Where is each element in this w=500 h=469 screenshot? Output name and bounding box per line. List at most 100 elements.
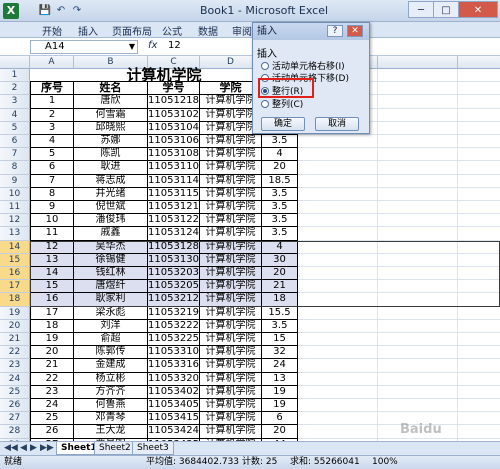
empty-cell[interactable] [458, 201, 500, 215]
table-cell[interactable]: 16 [30, 293, 74, 307]
table-cell[interactable]: 邓青琴 [74, 412, 148, 426]
table-cell[interactable]: 陈凯 [74, 148, 148, 162]
table-cell[interactable]: 32 [262, 346, 298, 360]
table-cell[interactable]: 倪世斌 [74, 201, 148, 215]
sheet-tab-sheet2[interactable]: Sheet2 [94, 442, 136, 455]
table-cell[interactable]: 17 [30, 306, 74, 320]
empty-cell[interactable] [298, 201, 378, 215]
row-header[interactable]: 15 [0, 253, 30, 267]
table-cell[interactable]: 24 [30, 399, 74, 413]
tab-page-layout[interactable]: 页面布局 [112, 23, 152, 38]
empty-cell[interactable] [298, 148, 378, 162]
table-cell[interactable]: 11053106 [148, 135, 200, 149]
empty-cell[interactable] [378, 306, 458, 320]
table-cell[interactable]: 戚鑫 [74, 227, 148, 241]
table-cell[interactable]: 计算机学院 [200, 293, 262, 307]
empty-cell[interactable] [378, 201, 458, 215]
empty-cell[interactable] [298, 319, 378, 333]
empty-cell[interactable] [378, 187, 458, 201]
table-cell[interactable]: 计算机学院 [200, 214, 262, 228]
empty-cell[interactable] [458, 241, 500, 254]
table-cell[interactable]: 13 [30, 253, 74, 267]
first-sheet-icon[interactable]: ◀◀ [4, 443, 18, 453]
column-header-a[interactable]: A [30, 56, 74, 69]
empty-cell[interactable] [458, 373, 500, 386]
empty-cell[interactable] [458, 227, 500, 241]
table-cell[interactable]: 5 [30, 148, 74, 162]
empty-cell[interactable] [458, 399, 500, 413]
table-cell[interactable]: 计算机学院 [200, 135, 262, 149]
empty-cell[interactable] [458, 412, 500, 426]
table-cell[interactable]: 耿家利 [74, 293, 148, 307]
empty-cell[interactable] [458, 267, 500, 281]
row-header[interactable]: 28 [0, 425, 30, 439]
table-cell[interactable]: 11053219 [148, 306, 200, 320]
table-cell[interactable]: 11053114 [148, 174, 200, 188]
table-cell[interactable]: 计算机学院 [200, 306, 262, 320]
formula-input[interactable]: 12 [168, 40, 181, 51]
table-cell[interactable]: 13 [262, 372, 298, 386]
empty-cell[interactable] [378, 108, 458, 122]
table-cell[interactable]: 1 [30, 95, 74, 109]
table-cell[interactable]: 3 [30, 121, 74, 135]
sheet-tab-sheet3[interactable]: Sheet3 [132, 442, 174, 455]
row-header[interactable]: 14 [0, 240, 30, 254]
radio-icon[interactable] [261, 100, 269, 108]
empty-cell[interactable] [458, 175, 500, 188]
table-cell[interactable]: 潘俊玮 [74, 214, 148, 228]
table-cell[interactable]: 15 [262, 333, 298, 347]
empty-cell[interactable] [378, 385, 458, 399]
empty-cell[interactable] [298, 306, 378, 320]
table-cell[interactable]: 26 [30, 425, 74, 439]
empty-cell[interactable] [458, 307, 500, 320]
column-title[interactable]: 姓名 [74, 82, 148, 96]
table-cell[interactable]: 钱红林 [74, 267, 148, 281]
empty-cell[interactable] [298, 280, 378, 294]
table-cell[interactable]: 10 [30, 214, 74, 228]
table-cell[interactable]: 30 [262, 253, 298, 267]
table-cell[interactable]: 梁永彪 [74, 306, 148, 320]
cancel-button[interactable]: 取消 [315, 117, 359, 131]
table-cell[interactable]: 计算机学院 [200, 399, 262, 413]
table-cell[interactable]: 计算机学院 [200, 267, 262, 281]
chevron-down-icon[interactable]: ▼ [129, 41, 135, 53]
tab-home[interactable]: 开始 [42, 23, 62, 38]
row-header[interactable]: 1 [0, 69, 30, 83]
table-cell[interactable]: 计算机学院 [200, 280, 262, 294]
table-cell[interactable]: 何鲁燕 [74, 399, 148, 413]
empty-cell[interactable] [298, 253, 378, 267]
column-title[interactable]: 序号 [30, 82, 74, 96]
empty-cell[interactable] [458, 386, 500, 399]
restore-button[interactable]: □ [433, 1, 459, 18]
row-header[interactable]: 26 [0, 399, 30, 413]
table-cell[interactable]: 计算机学院 [200, 333, 262, 347]
row-header[interactable]: 7 [0, 148, 30, 162]
name-box[interactable]: A14 ▼ [30, 40, 138, 54]
table-cell[interactable]: 15 [30, 280, 74, 294]
close-button[interactable]: ✕ [458, 1, 498, 18]
table-cell[interactable]: 苏娜 [74, 135, 148, 149]
table-cell[interactable]: 计算机学院 [200, 425, 262, 439]
table-cell[interactable]: 计算机学院 [200, 201, 262, 215]
empty-cell[interactable] [378, 240, 458, 254]
empty-cell[interactable] [458, 188, 500, 201]
table-cell[interactable]: 11053212 [148, 293, 200, 307]
empty-cell[interactable] [378, 399, 458, 413]
table-cell[interactable]: 21 [262, 280, 298, 294]
table-cell[interactable]: 王大龙 [74, 425, 148, 439]
tab-review[interactable]: 审阅 [232, 23, 252, 38]
table-cell[interactable]: 11053128 [148, 240, 200, 254]
row-header[interactable]: 11 [0, 201, 30, 215]
table-cell[interactable]: 计算机学院 [200, 372, 262, 386]
fx-icon[interactable]: fx [148, 40, 157, 51]
table-cell[interactable]: 11053316 [148, 359, 200, 373]
table-cell[interactable]: 11053130 [148, 253, 200, 267]
empty-cell[interactable] [298, 385, 378, 399]
empty-cell[interactable] [378, 135, 458, 149]
table-cell[interactable]: 6 [30, 161, 74, 175]
row-header[interactable]: 24 [0, 372, 30, 386]
row-header[interactable]: 3 [0, 95, 30, 109]
empty-cell[interactable] [378, 280, 458, 294]
tab-data[interactable]: 数据 [198, 23, 218, 38]
row-header[interactable]: 12 [0, 214, 30, 228]
